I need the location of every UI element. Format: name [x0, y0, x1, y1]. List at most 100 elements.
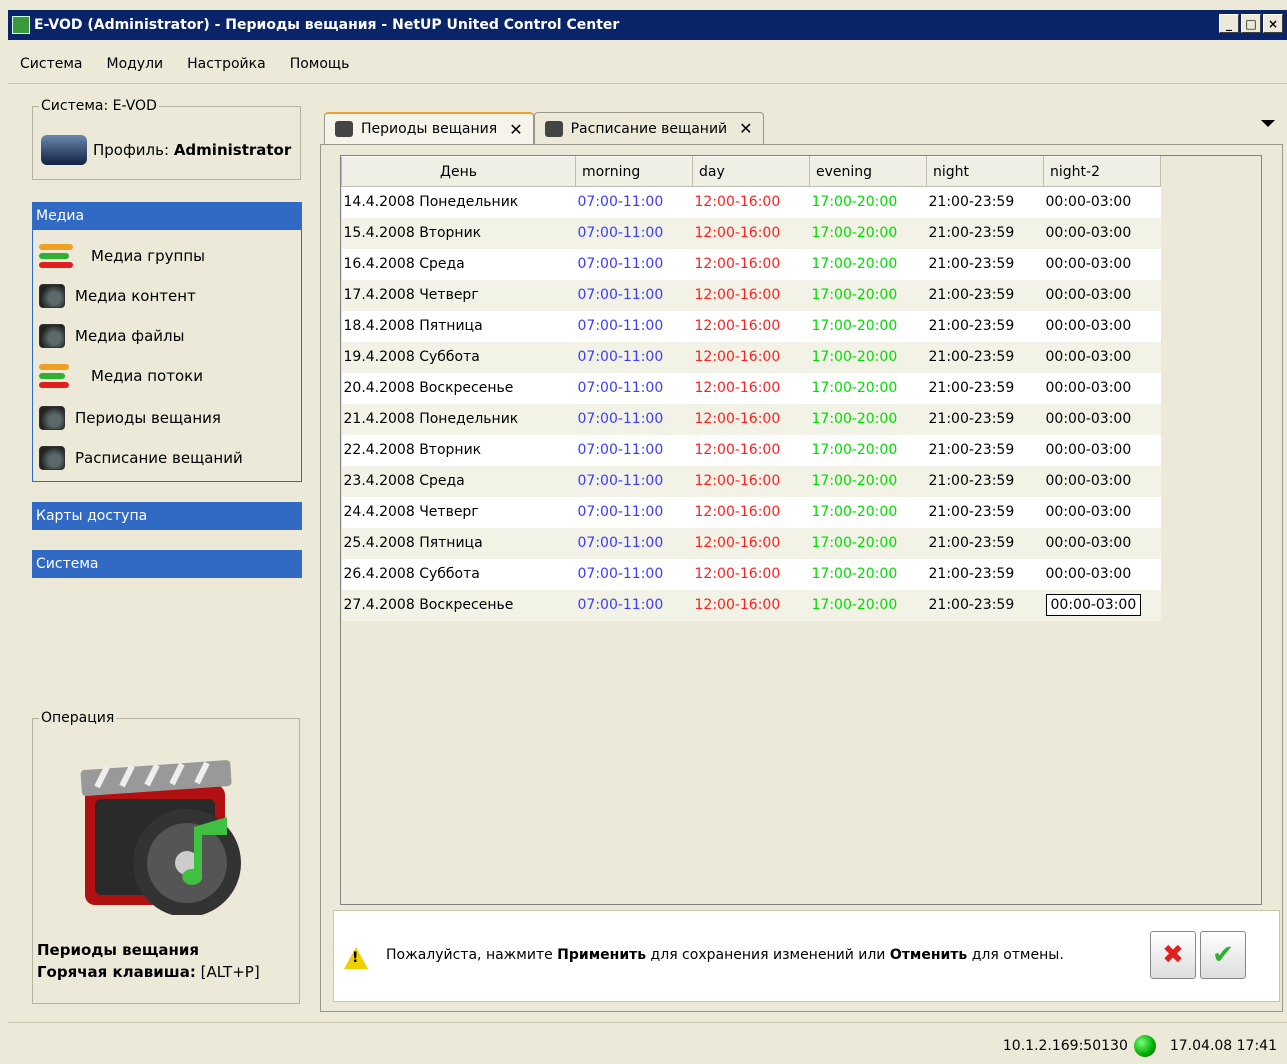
table-row[interactable]: 16.4.2008 Среда 07:00-11:00 12:00-16:00 17:… — [341, 248, 1161, 280]
table-cell[interactable]: 07:00-11:00 — [575, 465, 693, 497]
table-cell[interactable]: 00:00-03:00 — [1043, 372, 1161, 404]
table-cell[interactable]: 27.4.2008 Воскресенье — [341, 589, 576, 621]
table-cell[interactable]: 21:00-23:59 — [926, 279, 1044, 311]
table-row[interactable]: 22.4.2008 Вторник 07:00-11:00 12:00-16:00 1… — [341, 434, 1161, 466]
sidebar-item-media-streams[interactable]: Медиа потоки — [39, 360, 203, 392]
close-icon[interactable]: ✕ — [739, 119, 752, 138]
table-cell[interactable]: 21:00-23:59 — [926, 310, 1044, 342]
table-cell[interactable]: 07:00-11:00 — [575, 589, 693, 621]
table-cell[interactable]: 00:00-03:00 — [1043, 527, 1161, 559]
table-cell[interactable]: 12:00-16:00 — [692, 403, 810, 435]
table-cell[interactable]: 17:00-20:00 — [809, 248, 927, 280]
table-cell[interactable]: 21:00-23:59 — [926, 434, 1044, 466]
column-header-night[interactable]: night — [926, 156, 1044, 187]
section-access-cards[interactable]: Карты доступа — [32, 502, 302, 530]
table-cell[interactable]: 07:00-11:00 — [575, 403, 693, 435]
table-cell[interactable]: 21:00-23:59 — [926, 248, 1044, 280]
sidebar-item-broadcast-periods[interactable]: Периоды вещания — [39, 406, 221, 430]
table-cell[interactable]: 12:00-16:00 — [692, 248, 810, 280]
apply-button[interactable]: ✔ — [1200, 931, 1246, 979]
table-row[interactable]: 23.4.2008 Среда 07:00-11:00 12:00-16:00 17:… — [341, 465, 1161, 497]
table-cell[interactable]: 12:00-16:00 — [692, 496, 810, 528]
table-cell[interactable]: 17:00-20:00 — [809, 465, 927, 497]
table-cell[interactable]: 07:00-11:00 — [575, 279, 693, 311]
close-button[interactable]: × — [1263, 14, 1283, 33]
table-cell[interactable]: 21:00-23:59 — [926, 558, 1044, 590]
table-row[interactable]: 17.4.2008 Четверг 07:00-11:00 12:00-16:00 1… — [341, 279, 1161, 311]
table-cell[interactable]: 07:00-11:00 — [575, 496, 693, 528]
section-system[interactable]: Система — [32, 550, 302, 578]
table-cell[interactable]: 21:00-23:59 — [926, 403, 1044, 435]
table-cell[interactable]: 07:00-11:00 — [575, 248, 693, 280]
table-cell[interactable]: 17:00-20:00 — [809, 589, 927, 621]
tab-broadcast-periods[interactable]: Периоды вещания ✕ — [324, 112, 534, 144]
table-cell[interactable]: 17:00-20:00 — [809, 527, 927, 559]
table-cell[interactable]: 21:00-23:59 — [926, 589, 1044, 621]
sidebar-item-broadcast-schedule[interactable]: Расписание вещаний — [39, 446, 243, 470]
table-cell[interactable]: 17:00-20:00 — [809, 372, 927, 404]
table-row[interactable]: 24.4.2008 Четверг 07:00-11:00 12:00-16:00 1… — [341, 496, 1161, 528]
sidebar-item-media-files[interactable]: Медиа файлы — [39, 324, 184, 348]
close-icon[interactable]: ✕ — [509, 120, 522, 139]
table-cell[interactable]: 00:00-03:00 — [1043, 403, 1161, 435]
maximize-button[interactable]: □ — [1241, 14, 1261, 33]
table-cell[interactable]: 15.4.2008 Вторник — [341, 217, 576, 249]
table-cell[interactable]: 07:00-11:00 — [575, 217, 693, 249]
table-cell[interactable]: 12:00-16:00 — [692, 527, 810, 559]
table-row[interactable]: 15.4.2008 Вторник 07:00-11:00 12:00-16:00 1… — [341, 217, 1161, 249]
table-cell[interactable]: 00:00-03:00 — [1043, 310, 1161, 342]
table-cell[interactable]: 17:00-20:00 — [809, 496, 927, 528]
table-cell[interactable]: 00:00-03:00 — [1043, 248, 1161, 280]
menu-modules[interactable]: Модули — [94, 56, 175, 72]
table-row[interactable]: 26.4.2008 Суббота 07:00-11:00 12:00-16:00 1… — [341, 558, 1161, 590]
table-cell[interactable]: 20.4.2008 Воскресенье — [341, 372, 576, 404]
profile-row[interactable]: Профиль: Administrator — [41, 135, 291, 165]
table-cell[interactable]: 12:00-16:00 — [692, 310, 810, 342]
table-cell[interactable]: 17:00-20:00 — [809, 341, 927, 373]
table-cell[interactable]: 00:00-03:00 — [1043, 217, 1161, 249]
table-cell[interactable]: 17:00-20:00 — [809, 186, 927, 218]
table-row[interactable]: 18.4.2008 Пятница 07:00-11:00 12:00-16:00 1… — [341, 310, 1161, 342]
tab-broadcast-schedule[interactable]: Расписание вещаний ✕ — [533, 112, 764, 144]
table-cell[interactable]: 12:00-16:00 — [692, 341, 810, 373]
tab-list-dropdown-icon[interactable] — [1261, 120, 1275, 127]
table-cell[interactable]: 07:00-11:00 — [575, 527, 693, 559]
table-cell[interactable]: 07:00-11:00 — [575, 372, 693, 404]
table-cell[interactable]: 12:00-16:00 — [692, 186, 810, 218]
table-cell[interactable]: 21:00-23:59 — [926, 372, 1044, 404]
table-cell[interactable]: 17:00-20:00 — [809, 558, 927, 590]
table-cell[interactable]: 07:00-11:00 — [575, 341, 693, 373]
table-cell[interactable]: 12:00-16:00 — [692, 558, 810, 590]
table-cell[interactable]: 14.4.2008 Понедельник — [341, 186, 576, 218]
table-cell[interactable]: 07:00-11:00 — [575, 434, 693, 466]
table-cell[interactable]: 07:00-11:00 — [575, 186, 693, 218]
table-row[interactable]: 20.4.2008 Воскресенье 07:00-11:00 12:00-16… — [341, 372, 1161, 404]
table-cell[interactable]: 21:00-23:59 — [926, 465, 1044, 497]
table-cell[interactable]: 17:00-20:00 — [809, 403, 927, 435]
table-cell[interactable]: 18.4.2008 Пятница — [341, 310, 576, 342]
table-cell[interactable]: 12:00-16:00 — [692, 279, 810, 311]
table-row[interactable]: 27.4.2008 Воскресенье 07:00-11:00 12:00-16… — [341, 589, 1161, 621]
column-header-day[interactable]: День — [341, 156, 576, 187]
table-cell[interactable]: 00:00-03:00 — [1043, 279, 1161, 311]
column-header-morning[interactable]: morning — [575, 156, 693, 187]
sidebar-item-media-groups[interactable]: Медиа группы — [39, 240, 205, 272]
section-media[interactable]: Медиа — [32, 202, 302, 230]
table-row[interactable]: 14.4.2008 Понедельник 07:00-11:00 12:00-16… — [341, 186, 1161, 218]
column-header-night-2[interactable]: night-2 — [1043, 156, 1161, 187]
table-cell[interactable]: 21:00-23:59 — [926, 217, 1044, 249]
column-header-day-period[interactable]: day — [692, 156, 810, 187]
table-cell[interactable]: 12:00-16:00 — [692, 372, 810, 404]
table-cell[interactable]: 21:00-23:59 — [926, 527, 1044, 559]
table-cell[interactable]: 12:00-16:00 — [692, 589, 810, 621]
table-cell[interactable]: 21:00-23:59 — [926, 496, 1044, 528]
table-row[interactable]: 19.4.2008 Суббота 07:00-11:00 12:00-16:00 1… — [341, 341, 1161, 373]
table-cell[interactable]: 00:00-03:00 — [1043, 496, 1161, 528]
table-cell[interactable]: 00:00-03:00 — [1043, 186, 1161, 218]
table-cell[interactable]: 22.4.2008 Вторник — [341, 434, 576, 466]
table-cell[interactable]: 21:00-23:59 — [926, 186, 1044, 218]
table-cell[interactable]: 17:00-20:00 — [809, 310, 927, 342]
menu-help[interactable]: Помощь — [278, 56, 362, 72]
table-cell[interactable]: 21:00-23:59 — [926, 341, 1044, 373]
table-cell[interactable]: 17:00-20:00 — [809, 434, 927, 466]
